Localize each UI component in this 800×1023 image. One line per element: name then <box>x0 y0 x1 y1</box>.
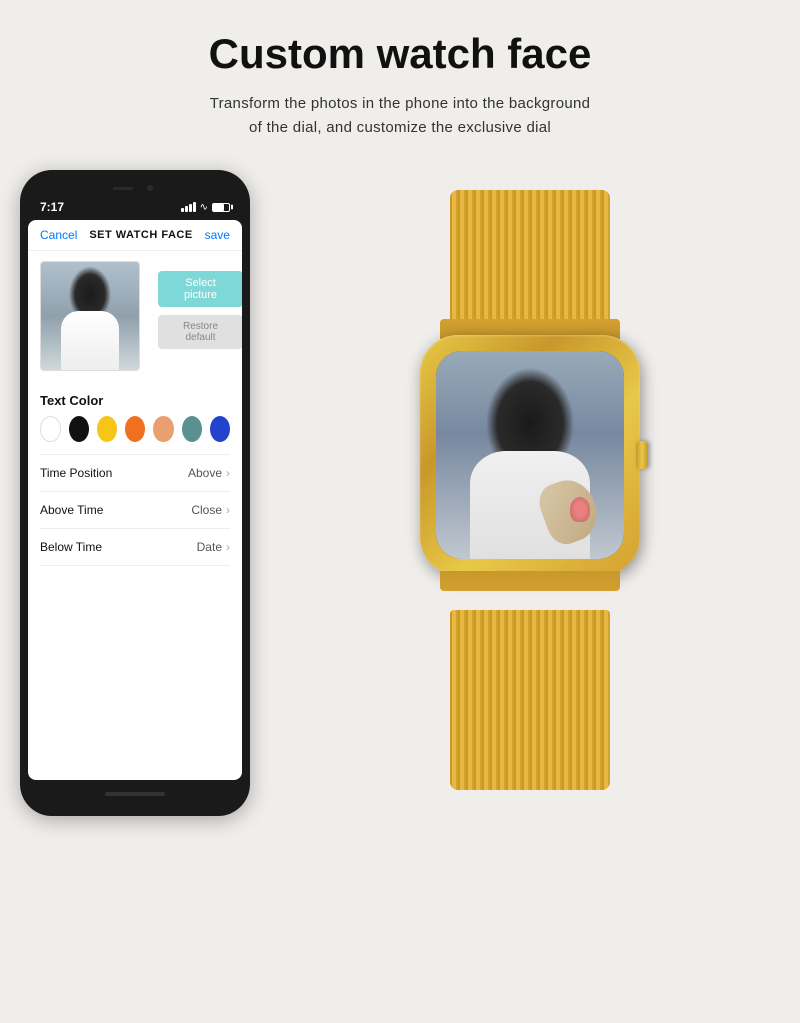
phone-body: Select picture Restore default Text Colo… <box>28 251 242 576</box>
watch-photo-flower <box>570 497 590 522</box>
phone-nav-bar: Cancel SET WATCH FACE save <box>28 220 242 251</box>
above-time-text: Close <box>191 503 222 517</box>
phone-notch <box>105 182 165 196</box>
screen-title: SET WATCH FACE <box>89 229 192 241</box>
phone-clock: 7:17 <box>40 200 64 214</box>
below-time-row[interactable]: Below Time Date › <box>40 529 230 566</box>
phone-status-bar: 7:17 ∿ <box>28 200 242 220</box>
battery-icon <box>212 203 230 212</box>
save-button[interactable]: save <box>205 228 230 242</box>
chevron-icon: › <box>226 466 230 480</box>
color-swatch-black[interactable] <box>69 416 89 442</box>
above-time-row[interactable]: Above Time Close › <box>40 492 230 529</box>
above-time-label: Above Time <box>40 503 103 517</box>
signal-icon <box>181 202 196 212</box>
phone-container: 7:17 ∿ Cancel <box>20 170 250 816</box>
watch-crown <box>636 441 648 469</box>
band-connector-bottom <box>440 571 620 591</box>
settings-list: Time Position Above › Above Time Close › <box>40 454 230 566</box>
camera-icon <box>147 185 153 191</box>
time-position-label: Time Position <box>40 466 112 480</box>
color-swatch-white[interactable] <box>40 416 61 442</box>
photo-preview <box>40 261 140 371</box>
phone-device: 7:17 ∿ Cancel <box>20 170 250 816</box>
phone-home-bar <box>105 792 165 796</box>
cancel-button[interactable]: Cancel <box>40 228 77 242</box>
page-title: Custom watch face <box>209 30 592 78</box>
select-picture-button[interactable]: Select picture <box>158 271 242 307</box>
color-swatch-blue[interactable] <box>210 416 230 442</box>
photo-body-shape <box>61 311 120 370</box>
watch-photo-display <box>436 351 624 559</box>
below-time-text: Date <box>197 540 222 554</box>
wifi-icon: ∿ <box>200 202 208 213</box>
below-time-label: Below Time <box>40 540 102 554</box>
page-subtitle: Transform the photos in the phone into t… <box>210 92 591 140</box>
below-time-value: Date › <box>197 540 230 554</box>
watch-case <box>420 335 640 575</box>
color-swatch-orange[interactable] <box>125 416 145 442</box>
color-swatches <box>40 416 230 442</box>
time-position-row[interactable]: Time Position Above › <box>40 455 230 492</box>
phone-screen: Cancel SET WATCH FACE save Select pictur… <box>28 220 242 780</box>
chevron-icon-2: › <box>226 503 230 517</box>
color-swatch-yellow[interactable] <box>97 416 117 442</box>
time-position-text: Above <box>188 466 222 480</box>
watch-screen <box>436 351 624 559</box>
watch-device <box>370 190 690 790</box>
color-swatch-lightorange[interactable] <box>153 416 173 442</box>
content-row: 7:17 ∿ Cancel <box>20 170 780 816</box>
restore-default-button[interactable]: Restore default <box>158 315 242 349</box>
watch-body <box>420 335 640 575</box>
chevron-icon-3: › <box>226 540 230 554</box>
action-buttons: Select picture Restore default <box>150 261 230 349</box>
above-time-value: Close › <box>191 503 230 517</box>
speaker-icon <box>113 187 133 190</box>
watch-container <box>280 170 780 790</box>
status-icons: ∿ <box>181 202 230 213</box>
watch-band-bottom <box>450 610 610 790</box>
color-swatch-teal[interactable] <box>182 416 202 442</box>
text-color-label: Text Color <box>40 393 230 408</box>
photo-area: Select picture Restore default <box>40 261 230 381</box>
time-position-value: Above › <box>188 466 230 480</box>
